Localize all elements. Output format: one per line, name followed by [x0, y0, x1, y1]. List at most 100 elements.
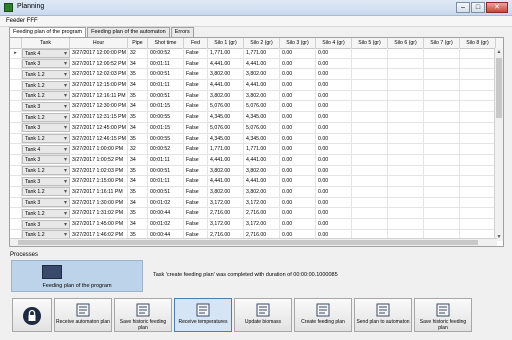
- toolbar-button[interactable]: Create feeding plan: [294, 298, 352, 332]
- table-cell: False: [184, 122, 208, 133]
- row-selector[interactable]: [10, 58, 22, 69]
- row-selector[interactable]: [10, 144, 22, 155]
- column-header[interactable]: Silo 4 (gr): [316, 38, 352, 48]
- row-selector[interactable]: [10, 112, 22, 123]
- scroll-up-icon[interactable]: ▲: [495, 48, 503, 56]
- tank-select[interactable]: Tank 3: [22, 123, 70, 133]
- tank-select[interactable]: Tank 1.2: [22, 80, 70, 90]
- tank-select[interactable]: Tank 4: [22, 144, 70, 154]
- table-cell: 0.00: [280, 176, 316, 187]
- row-selector[interactable]: [10, 101, 22, 112]
- table-cell: 00:00:51: [148, 69, 184, 80]
- minimize-button[interactable]: ‒: [456, 2, 470, 13]
- hscroll-thumb[interactable]: [18, 240, 478, 245]
- table-row[interactable]: Tank 1.23/27/2017 12:16:11 PM3500:00:51F…: [10, 90, 503, 102]
- table-row[interactable]: Tank 33/27/2017 12:45:00 PM3400:01:15Fal…: [10, 122, 503, 134]
- create-plan-icon: [316, 303, 330, 317]
- tank-select[interactable]: Tank 4: [22, 48, 70, 58]
- row-selector[interactable]: [10, 133, 22, 144]
- row-selector[interactable]: [10, 80, 22, 91]
- table-row[interactable]: Tank 1.23/27/2017 1:16:11 PM3500:00:51Fa…: [10, 186, 503, 198]
- table-cell: 34: [128, 197, 148, 208]
- column-header[interactable]: Fed: [184, 38, 208, 48]
- tab-feeding-plan-automaton[interactable]: Feeding plan of the automaton: [87, 27, 170, 37]
- tank-select[interactable]: Tank 1.2: [22, 187, 70, 197]
- horizontal-scrollbar[interactable]: [10, 238, 497, 246]
- window-title: Planning: [17, 3, 45, 10]
- table-cell: 3/27/2017 1:30:00 PM: [70, 197, 128, 208]
- tank-select[interactable]: Tank 1.2: [22, 208, 70, 218]
- column-header[interactable]: Silo 8 (gr): [460, 38, 496, 48]
- save-plan-icon: [436, 303, 450, 317]
- vertical-scrollbar[interactable]: ▲ ▼: [494, 48, 503, 241]
- menu-item-feeder[interactable]: Feeder FFF: [6, 18, 38, 24]
- row-selector[interactable]: [10, 165, 22, 176]
- row-selector[interactable]: [10, 208, 22, 219]
- tank-select[interactable]: Tank 1.2: [22, 134, 70, 143]
- toolbar-button[interactable]: Send plan to automaton: [354, 298, 412, 332]
- scroll-thumb[interactable]: [496, 58, 502, 118]
- row-selector[interactable]: [10, 69, 22, 80]
- column-header[interactable]: Silo 1 (gr): [208, 38, 244, 48]
- row-selector[interactable]: [10, 176, 22, 187]
- row-selector[interactable]: [10, 219, 22, 229]
- toolbar-button[interactable]: Receive automaton plan: [54, 298, 112, 332]
- table-cell: [424, 69, 460, 80]
- toolbar-button[interactable]: Save historic feeding plan: [414, 298, 472, 332]
- tank-select[interactable]: Tank 1.2: [22, 91, 70, 101]
- column-header[interactable]: Silo 7 (gr): [424, 38, 460, 48]
- tank-select[interactable]: Tank 3: [22, 198, 70, 208]
- table-cell: False: [184, 197, 208, 208]
- table-row[interactable]: Tank 43/27/2017 1:00:00 PM3200:00:52Fals…: [10, 144, 503, 155]
- tank-select[interactable]: Tank 1.2: [22, 166, 70, 176]
- tank-select[interactable]: Tank 3: [22, 176, 70, 186]
- column-header[interactable]: Tank: [22, 38, 70, 48]
- tank-select[interactable]: Tank 3: [22, 59, 70, 69]
- table-cell: 00:01:02: [148, 197, 184, 208]
- column-header[interactable]: Pipe: [128, 38, 148, 48]
- column-header[interactable]: Silo 2 (gr): [244, 38, 280, 48]
- table-row[interactable]: Tank 33/27/2017 12:00:52 PM3400:01:11Fal…: [10, 58, 503, 70]
- table-row[interactable]: Tank 33/27/2017 1:30:00 PM3400:01:02Fals…: [10, 197, 503, 209]
- table-cell: 4,441.00: [208, 154, 244, 165]
- column-header[interactable]: Hour: [70, 38, 128, 48]
- row-selector[interactable]: [10, 122, 22, 133]
- row-selector[interactable]: ▸: [10, 48, 22, 58]
- tank-select[interactable]: Tank 3: [22, 155, 70, 165]
- toolbar-button[interactable]: Update biomass: [234, 298, 292, 332]
- table-cell: 32: [128, 144, 148, 155]
- tab-errors[interactable]: Errors: [170, 27, 194, 37]
- table-cell: [352, 48, 388, 58]
- lock-button[interactable]: [12, 298, 52, 332]
- table-row[interactable]: Tank 33/27/2017 1:45:00 PM3400:01:02Fals…: [10, 219, 503, 230]
- maximize-button[interactable]: □: [471, 2, 485, 13]
- table-row[interactable]: Tank 33/27/2017 12:30:00 PM3400:01:15Fal…: [10, 101, 503, 113]
- row-selector[interactable]: [10, 90, 22, 101]
- column-header[interactable]: Silo 5 (gr): [352, 38, 388, 48]
- table-cell: 00:01:15: [148, 101, 184, 112]
- table-row[interactable]: Tank 1.23/27/2017 12:15:00 PM3400:01:11F…: [10, 80, 503, 91]
- toolbar-button[interactable]: Receive temperatures: [174, 298, 232, 332]
- column-header[interactable]: Silo 3 (gr): [280, 38, 316, 48]
- table-row[interactable]: Tank 1.23/27/2017 1:02:03 PM3500:00:51Fa…: [10, 165, 503, 177]
- tank-select[interactable]: Tank 1.2: [22, 112, 70, 122]
- table-cell: False: [184, 165, 208, 176]
- row-selector[interactable]: [10, 154, 22, 165]
- process-tile[interactable]: Feeding plan of the program: [11, 260, 143, 292]
- tank-select[interactable]: Tank 1.2: [22, 69, 70, 79]
- table-row[interactable]: Tank 1.23/27/2017 12:02:03 PM3500:00:51F…: [10, 69, 503, 81]
- column-header[interactable]: Silo 6 (gr): [388, 38, 424, 48]
- column-header[interactable]: Shot time: [148, 38, 184, 48]
- table-row[interactable]: Tank 1.23/27/2017 1:31:02 PM3500:00:44Fa…: [10, 208, 503, 219]
- close-button[interactable]: ✕: [486, 2, 508, 13]
- table-row[interactable]: ▸Tank 43/27/2017 12:00:00 PM3200:00:52Fa…: [10, 48, 503, 59]
- row-selector[interactable]: [10, 186, 22, 197]
- toolbar-button[interactable]: Save historic feeding plan: [114, 298, 172, 332]
- table-row[interactable]: Tank 1.23/27/2017 12:31:15 PM3500:00:55F…: [10, 112, 503, 123]
- table-row[interactable]: Tank 33/27/2017 1:00:52 PM3400:01:11Fals…: [10, 154, 503, 166]
- table-row[interactable]: Tank 1.23/27/2017 12:46:15 PM3500:00:55F…: [10, 133, 503, 145]
- row-selector[interactable]: [10, 197, 22, 208]
- table-row[interactable]: Tank 33/27/2017 1:15:00 PM3400:01:11Fals…: [10, 176, 503, 187]
- tank-select[interactable]: Tank 3: [22, 219, 70, 229]
- tank-select[interactable]: Tank 3: [22, 101, 70, 111]
